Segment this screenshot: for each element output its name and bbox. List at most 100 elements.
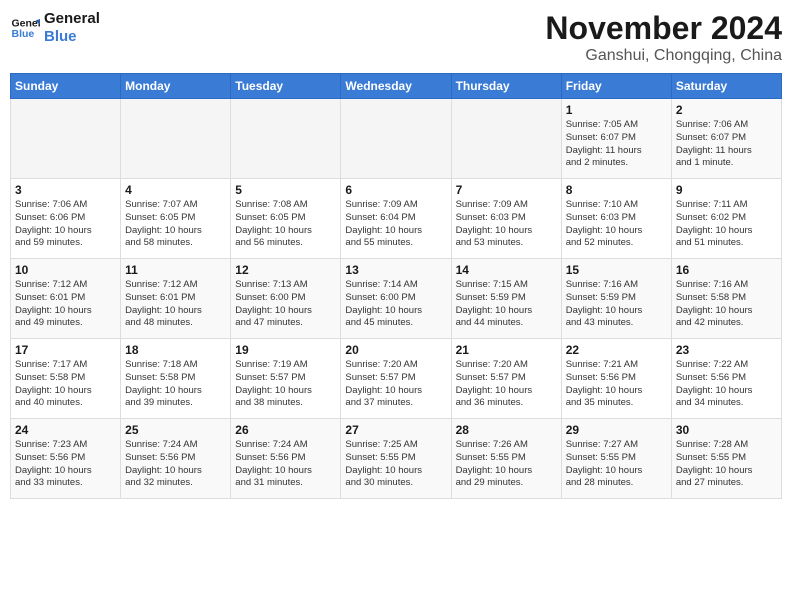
day-number: 30: [676, 423, 777, 437]
day-info: Sunrise: 7:14 AM Sunset: 6:00 PM Dayligh…: [345, 279, 446, 330]
day-number: 9: [676, 183, 777, 197]
calendar-cell: 16Sunrise: 7:16 AM Sunset: 5:58 PM Dayli…: [671, 259, 781, 339]
calendar-cell: 17Sunrise: 7:17 AM Sunset: 5:58 PM Dayli…: [11, 339, 121, 419]
day-info: Sunrise: 7:16 AM Sunset: 5:58 PM Dayligh…: [676, 279, 777, 330]
weekday-header-friday: Friday: [561, 74, 671, 99]
day-number: 22: [566, 343, 667, 357]
location: Ganshui, Chongqing, China: [545, 47, 782, 65]
calendar-cell: 10 Sunrise: 7:12 AM Sunset: 6:01 PM Dayli…: [11, 259, 121, 339]
day-info: Sunrise: 7:08 AM Sunset: 6:05 PM Dayligh…: [235, 199, 336, 250]
day-info: Sunrise: 7:21 AM Sunset: 5:56 PM Dayligh…: [566, 359, 667, 410]
calendar-cell: 20Sunrise: 7:20 AM Sunset: 5:57 PM Dayli…: [341, 339, 451, 419]
calendar-cell: [341, 99, 451, 179]
calendar-cell: 2 Sunrise: 7:06 AM Sunset: 6:07 PM Daylig…: [671, 99, 781, 179]
day-info: Sunrise: 7:27 AM Sunset: 5:55 PM Dayligh…: [566, 439, 667, 490]
calendar-body: 1 Sunrise: 7:05 AM Sunset: 6:07 PM Daylig…: [11, 99, 782, 499]
calendar-cell: 29 Sunrise: 7:27 AM Sunset: 5:55 PM Dayli…: [561, 419, 671, 499]
calendar-cell: 18 Sunrise: 7:18 AM Sunset: 5:58 PM Dayli…: [121, 339, 231, 419]
svg-text:Blue: Blue: [12, 28, 35, 40]
day-info: Sunrise: 7:05 AM Sunset: 6:07 PM Dayligh…: [566, 119, 667, 170]
day-info: Sunrise: 7:17 AM Sunset: 5:58 PM Dayligh…: [15, 359, 116, 410]
day-info: Sunrise: 7:12 AM Sunset: 6:01 PM Dayligh…: [125, 279, 226, 330]
calendar-cell: [451, 99, 561, 179]
day-number: 27: [345, 423, 446, 437]
calendar-cell: 8 Sunrise: 7:10 AM Sunset: 6:03 PM Daylig…: [561, 179, 671, 259]
day-number: 21: [456, 343, 557, 357]
day-number: 29: [566, 423, 667, 437]
day-number: 12: [235, 263, 336, 277]
day-number: 8: [566, 183, 667, 197]
logo: General Blue General Blue: [10, 10, 100, 46]
month-title: November 2024: [545, 10, 782, 47]
day-number: 24: [15, 423, 116, 437]
calendar-cell: 24 Sunrise: 7:23 AM Sunset: 5:56 PM Dayli…: [11, 419, 121, 499]
day-number: 1: [566, 103, 667, 117]
calendar-cell: 11 Sunrise: 7:12 AM Sunset: 6:01 PM Dayli…: [121, 259, 231, 339]
logo-icon: General Blue: [10, 13, 40, 43]
calendar-cell: 12Sunrise: 7:13 AM Sunset: 6:00 PM Dayli…: [231, 259, 341, 339]
page-header: General Blue General Blue November 2024 …: [10, 10, 782, 65]
calendar-cell: 14 Sunrise: 7:15 AM Sunset: 5:59 PM Dayli…: [451, 259, 561, 339]
day-info: Sunrise: 7:10 AM Sunset: 6:03 PM Dayligh…: [566, 199, 667, 250]
day-info: Sunrise: 7:11 AM Sunset: 6:02 PM Dayligh…: [676, 199, 777, 250]
day-info: Sunrise: 7:28 AM Sunset: 5:55 PM Dayligh…: [676, 439, 777, 490]
day-number: 18: [125, 343, 226, 357]
day-info: Sunrise: 7:09 AM Sunset: 6:04 PM Dayligh…: [345, 199, 446, 250]
calendar-header-row: SundayMondayTuesdayWednesdayThursdayFrid…: [11, 74, 782, 99]
calendar-week-1: 1 Sunrise: 7:05 AM Sunset: 6:07 PM Daylig…: [11, 99, 782, 179]
day-number: 15: [566, 263, 667, 277]
day-info: Sunrise: 7:19 AM Sunset: 5:57 PM Dayligh…: [235, 359, 336, 410]
day-info: Sunrise: 7:06 AM Sunset: 6:07 PM Dayligh…: [676, 119, 777, 170]
calendar-cell: 7 Sunrise: 7:09 AM Sunset: 6:03 PM Daylig…: [451, 179, 561, 259]
calendar-cell: 9 Sunrise: 7:11 AM Sunset: 6:02 PM Daylig…: [671, 179, 781, 259]
calendar-cell: 23 Sunrise: 7:22 AM Sunset: 5:56 PM Dayli…: [671, 339, 781, 419]
day-info: Sunrise: 7:26 AM Sunset: 5:55 PM Dayligh…: [456, 439, 557, 490]
day-number: 19: [235, 343, 336, 357]
calendar-cell: 5 Sunrise: 7:08 AM Sunset: 6:05 PM Daylig…: [231, 179, 341, 259]
day-number: 7: [456, 183, 557, 197]
calendar: SundayMondayTuesdayWednesdayThursdayFrid…: [10, 73, 782, 499]
day-number: 25: [125, 423, 226, 437]
day-number: 13: [345, 263, 446, 277]
logo-line2: Blue: [44, 28, 100, 46]
calendar-cell: 21 Sunrise: 7:20 AM Sunset: 5:57 PM Dayli…: [451, 339, 561, 419]
day-number: 2: [676, 103, 777, 117]
calendar-cell: 26Sunrise: 7:24 AM Sunset: 5:56 PM Dayli…: [231, 419, 341, 499]
day-info: Sunrise: 7:16 AM Sunset: 5:59 PM Dayligh…: [566, 279, 667, 330]
calendar-cell: 6 Sunrise: 7:09 AM Sunset: 6:04 PM Daylig…: [341, 179, 451, 259]
weekday-header-saturday: Saturday: [671, 74, 781, 99]
day-number: 20: [345, 343, 446, 357]
calendar-week-5: 24 Sunrise: 7:23 AM Sunset: 5:56 PM Dayli…: [11, 419, 782, 499]
calendar-cell: 3 Sunrise: 7:06 AM Sunset: 6:06 PM Daylig…: [11, 179, 121, 259]
day-number: 5: [235, 183, 336, 197]
day-info: Sunrise: 7:24 AM Sunset: 5:56 PM Dayligh…: [125, 439, 226, 490]
day-info: Sunrise: 7:06 AM Sunset: 6:06 PM Dayligh…: [15, 199, 116, 250]
day-info: Sunrise: 7:23 AM Sunset: 5:56 PM Dayligh…: [15, 439, 116, 490]
day-info: Sunrise: 7:12 AM Sunset: 6:01 PM Dayligh…: [15, 279, 116, 330]
day-info: Sunrise: 7:07 AM Sunset: 6:05 PM Dayligh…: [125, 199, 226, 250]
calendar-cell: [231, 99, 341, 179]
calendar-cell: 1 Sunrise: 7:05 AM Sunset: 6:07 PM Daylig…: [561, 99, 671, 179]
calendar-cell: 19 Sunrise: 7:19 AM Sunset: 5:57 PM Dayli…: [231, 339, 341, 419]
day-number: 11: [125, 263, 226, 277]
day-number: 14: [456, 263, 557, 277]
day-info: Sunrise: 7:25 AM Sunset: 5:55 PM Dayligh…: [345, 439, 446, 490]
calendar-cell: 30 Sunrise: 7:28 AM Sunset: 5:55 PM Dayli…: [671, 419, 781, 499]
day-number: 4: [125, 183, 226, 197]
day-info: Sunrise: 7:20 AM Sunset: 5:57 PM Dayligh…: [456, 359, 557, 410]
day-info: Sunrise: 7:15 AM Sunset: 5:59 PM Dayligh…: [456, 279, 557, 330]
day-info: Sunrise: 7:09 AM Sunset: 6:03 PM Dayligh…: [456, 199, 557, 250]
calendar-cell: 22 Sunrise: 7:21 AM Sunset: 5:56 PM Dayli…: [561, 339, 671, 419]
day-number: 6: [345, 183, 446, 197]
day-number: 28: [456, 423, 557, 437]
logo-line1: General: [44, 10, 100, 28]
day-number: 23: [676, 343, 777, 357]
weekday-header-wednesday: Wednesday: [341, 74, 451, 99]
day-info: Sunrise: 7:22 AM Sunset: 5:56 PM Dayligh…: [676, 359, 777, 410]
day-number: 10: [15, 263, 116, 277]
day-info: Sunrise: 7:18 AM Sunset: 5:58 PM Dayligh…: [125, 359, 226, 410]
calendar-cell: 13 Sunrise: 7:14 AM Sunset: 6:00 PM Dayli…: [341, 259, 451, 339]
calendar-cell: 28 Sunrise: 7:26 AM Sunset: 5:55 PM Dayli…: [451, 419, 561, 499]
day-number: 3: [15, 183, 116, 197]
weekday-header-monday: Monday: [121, 74, 231, 99]
